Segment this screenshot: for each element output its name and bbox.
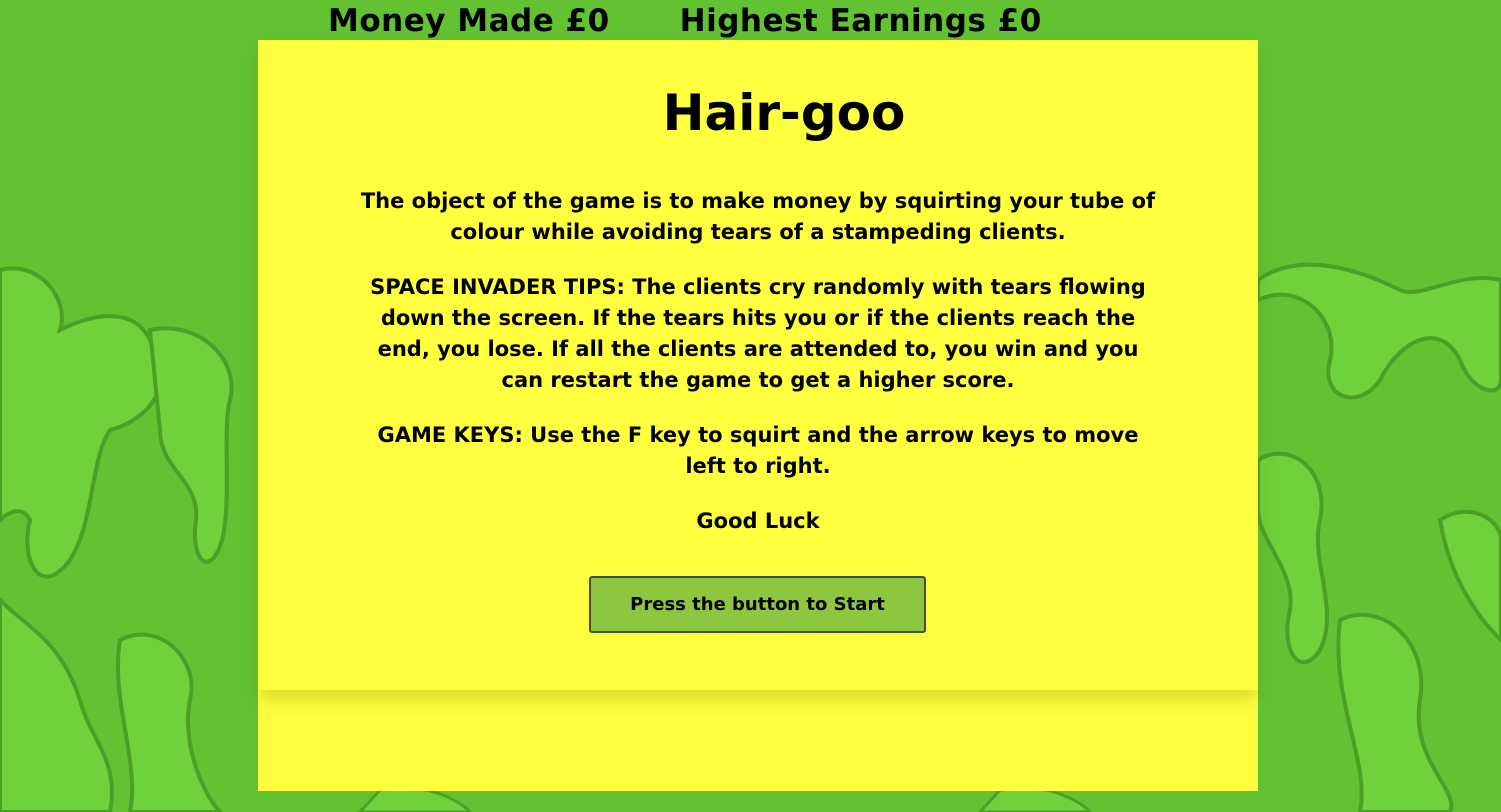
objective-text: The object of the game is to make money … xyxy=(360,189,1156,244)
game-keys-text: GAME KEYS: Use the F key to squirt and t… xyxy=(377,423,1139,478)
start-button[interactable]: Press the button to Start xyxy=(589,576,926,633)
tips-text: SPACE INVADER TIPS: The clients cry rand… xyxy=(370,275,1146,392)
highest-earnings-label: Highest Earnings £0 xyxy=(679,3,1042,39)
good-luck-text: Good Luck xyxy=(696,509,820,533)
game-title: Hair-goo xyxy=(662,84,906,142)
instructions: The object of the game is to make money … xyxy=(358,186,1158,561)
intro-card: Hair-goo The object of the game is to ma… xyxy=(258,40,1258,690)
score-bar: Money Made £0 Highest Earnings £0 xyxy=(328,0,1042,42)
money-made-label: Money Made £0 xyxy=(328,3,610,39)
